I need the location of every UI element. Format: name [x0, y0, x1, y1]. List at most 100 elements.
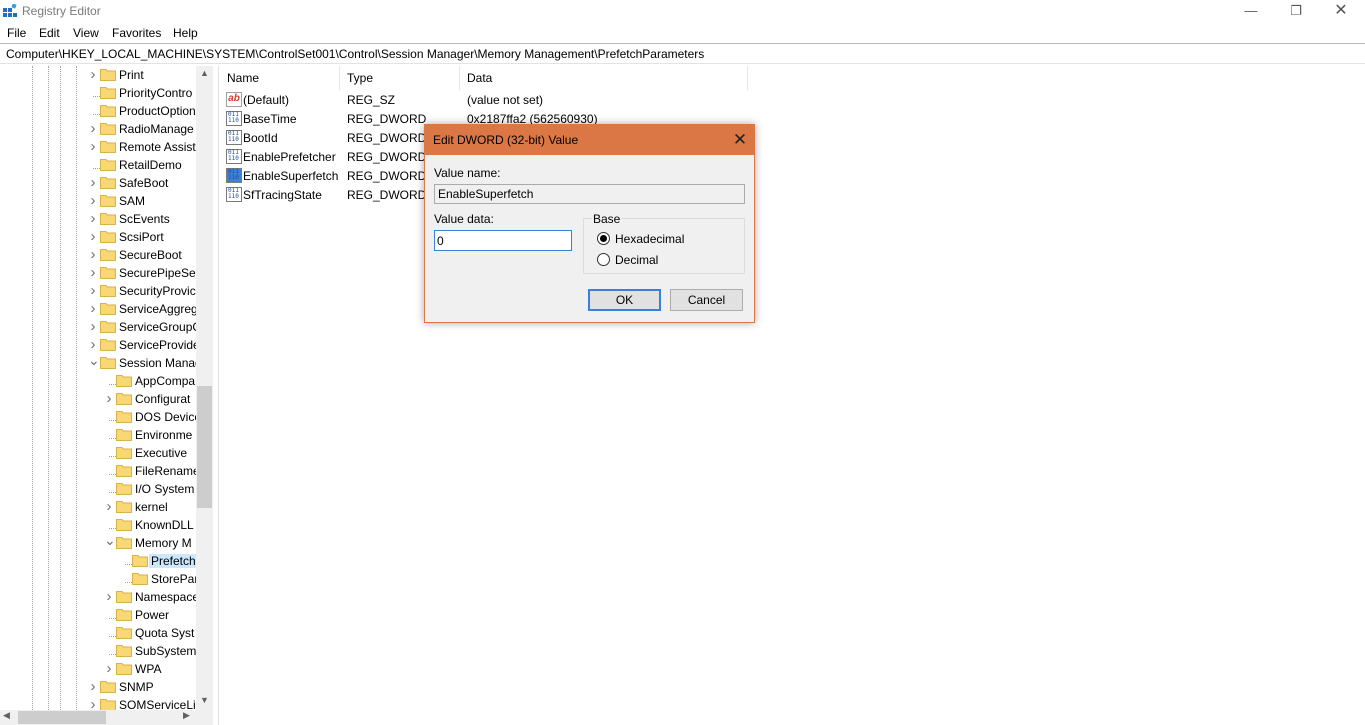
tree-item-label[interactable]: Power: [135, 608, 169, 622]
value-name-field[interactable]: [434, 184, 745, 204]
tree-item-label[interactable]: I/O System: [135, 482, 194, 496]
expand-chevron-icon[interactable]: ›: [104, 499, 114, 514]
tree-item-label[interactable]: Executive: [135, 446, 187, 460]
tree-item-label[interactable]: SecurePipeSer: [119, 266, 200, 280]
tree-item-label[interactable]: ScsiPort: [119, 230, 164, 244]
tree-item-label[interactable]: DOS Device: [135, 410, 201, 424]
tree-item-label[interactable]: Prefetch: [149, 554, 198, 568]
tree-item[interactable]: › RadioManage: [88, 120, 213, 138]
collapse-chevron-icon[interactable]: ⌄: [88, 353, 100, 369]
tree-item-label[interactable]: SecureBoot: [119, 248, 182, 262]
tree-item-label[interactable]: WPA: [135, 662, 161, 676]
decimal-label[interactable]: Decimal: [615, 253, 658, 267]
expand-chevron-icon[interactable]: ›: [88, 67, 98, 82]
expand-chevron-icon[interactable]: ›: [104, 391, 114, 406]
tree-item-label[interactable]: Session Manag: [119, 356, 202, 370]
expand-chevron-icon[interactable]: ›: [88, 121, 98, 136]
tree-item-label[interactable]: Configurat: [135, 392, 190, 406]
cancel-button[interactable]: Cancel: [670, 289, 743, 311]
radio-circle-icon[interactable]: [597, 232, 610, 245]
tree-vertical-scrollbar[interactable]: ▲ ▼: [196, 66, 213, 710]
expand-chevron-icon[interactable]: ›: [104, 589, 114, 604]
tree-item-label[interactable]: Remote Assist: [119, 140, 196, 154]
hexadecimal-label[interactable]: Hexadecimal: [615, 232, 684, 246]
tree-item-label[interactable]: ServiceAggreg: [119, 302, 198, 316]
expand-chevron-icon[interactable]: ›: [88, 139, 98, 154]
tree-item[interactable]: › Print: [88, 66, 213, 84]
tree-item-label[interactable]: Namespace: [135, 590, 199, 604]
expand-chevron-icon[interactable]: ›: [88, 247, 98, 262]
collapse-chevron-icon[interactable]: ⌄: [104, 533, 116, 549]
ok-button[interactable]: OK: [588, 289, 661, 311]
tree-item-label[interactable]: Quota Syst: [135, 626, 194, 640]
expand-chevron-icon[interactable]: ›: [88, 319, 98, 334]
expand-chevron-icon[interactable]: ›: [88, 337, 98, 352]
tree-item-label[interactable]: FileRename: [135, 464, 200, 478]
tree-scroll-thumb[interactable]: [197, 386, 212, 508]
scroll-left-arrow-icon[interactable]: ◀: [3, 710, 10, 721]
dialog-close-icon[interactable]: ✕: [729, 129, 751, 151]
tree-item[interactable]: › ServiceGroupC: [88, 318, 213, 336]
expand-chevron-icon[interactable]: ›: [88, 211, 98, 226]
expand-chevron-icon[interactable]: ›: [88, 679, 98, 694]
tree-item-label[interactable]: SecurityProvic: [119, 284, 196, 298]
close-window-button[interactable]: ✕: [1318, 0, 1364, 23]
expand-chevron-icon[interactable]: ›: [88, 175, 98, 190]
tree-item[interactable]: › Remote Assist: [88, 138, 213, 156]
tree-item[interactable]: › SecureBoot: [88, 246, 213, 264]
column-header-type[interactable]: Type: [340, 66, 460, 90]
expand-chevron-icon[interactable]: ›: [88, 265, 98, 280]
expand-chevron-icon[interactable]: ›: [104, 661, 114, 676]
tree-item-label[interactable]: KnownDLL: [135, 518, 194, 532]
tree-hscroll-thumb[interactable]: [18, 711, 106, 724]
tree-item[interactable]: › ScsiPort: [88, 228, 213, 246]
tree-item-label[interactable]: ServiceGroupC: [119, 320, 201, 334]
tree-item-label[interactable]: PriorityContro: [119, 86, 192, 100]
tree-item-label[interactable]: Environme: [135, 428, 192, 442]
minimize-button[interactable]: —: [1228, 0, 1274, 23]
tree-item[interactable]: ProductOption: [88, 102, 213, 120]
tree-item[interactable]: › SecurityProvic: [88, 282, 213, 300]
expand-chevron-icon[interactable]: ›: [88, 229, 98, 244]
tree-item[interactable]: › ScEvents: [88, 210, 213, 228]
scroll-up-arrow-icon[interactable]: ▲: [196, 68, 213, 78]
scroll-right-arrow-icon[interactable]: ▶: [183, 710, 190, 721]
hexadecimal-radio[interactable]: Hexadecimal: [597, 231, 797, 247]
tree-item-label[interactable]: kernel: [135, 500, 168, 514]
tree-item[interactable]: › ServiceProvide: [88, 336, 213, 354]
tree-item[interactable]: ⌄ Session Manag: [88, 353, 213, 372]
tree-item-label[interactable]: ServiceProvide: [119, 338, 200, 352]
menu-view[interactable]: View: [73, 26, 99, 40]
radio-circle-icon[interactable]: [597, 253, 610, 266]
tree-item[interactable]: › ServiceAggreg: [88, 300, 213, 318]
column-header-name[interactable]: Name: [220, 66, 340, 90]
tree-item-label[interactable]: RetailDemo: [119, 158, 182, 172]
tree-item-label[interactable]: RadioManage: [119, 122, 194, 136]
tree-item-label[interactable]: Memory M: [135, 536, 192, 550]
scroll-down-arrow-icon[interactable]: ▼: [196, 695, 213, 705]
tree-item-label[interactable]: Print: [119, 68, 144, 82]
tree-horizontal-scrollbar[interactable]: ◀ ▶: [0, 710, 213, 725]
menu-help[interactable]: Help: [173, 26, 198, 40]
menu-edit[interactable]: Edit: [39, 26, 60, 40]
tree-item[interactable]: › SAM: [88, 192, 213, 210]
tree-item[interactable]: › SafeBoot: [88, 174, 213, 192]
tree-item[interactable]: PriorityContro: [88, 84, 213, 102]
tree-item[interactable]: › SNMP: [88, 678, 213, 696]
address-path[interactable]: Computer\HKEY_LOCAL_MACHINE\SYSTEM\Contr…: [6, 47, 704, 61]
decimal-radio[interactable]: Decimal: [597, 252, 797, 268]
menu-favorites[interactable]: Favorites: [112, 26, 161, 40]
tree-item-label[interactable]: SubSystem: [135, 644, 196, 658]
tree-item-label[interactable]: ScEvents: [119, 212, 170, 226]
tree-item-label[interactable]: ProductOption: [119, 104, 196, 118]
value-data-input[interactable]: [434, 230, 572, 251]
value-row[interactable]: ab (Default) REG_SZ (value not set): [220, 90, 820, 109]
expand-chevron-icon[interactable]: ›: [88, 283, 98, 298]
expand-chevron-icon[interactable]: ›: [88, 301, 98, 316]
maximize-button[interactable]: ❐: [1273, 0, 1319, 23]
expand-chevron-icon[interactable]: ›: [88, 193, 98, 208]
tree-item-label[interactable]: SAM: [119, 194, 145, 208]
tree-item[interactable]: › SecurePipeSer: [88, 264, 213, 282]
values-list[interactable]: Name Type Data ab (Default) REG_SZ (value n…: [220, 66, 1365, 725]
address-bar[interactable]: Computer\HKEY_LOCAL_MACHINE\SYSTEM\Contr…: [0, 43, 1365, 64]
